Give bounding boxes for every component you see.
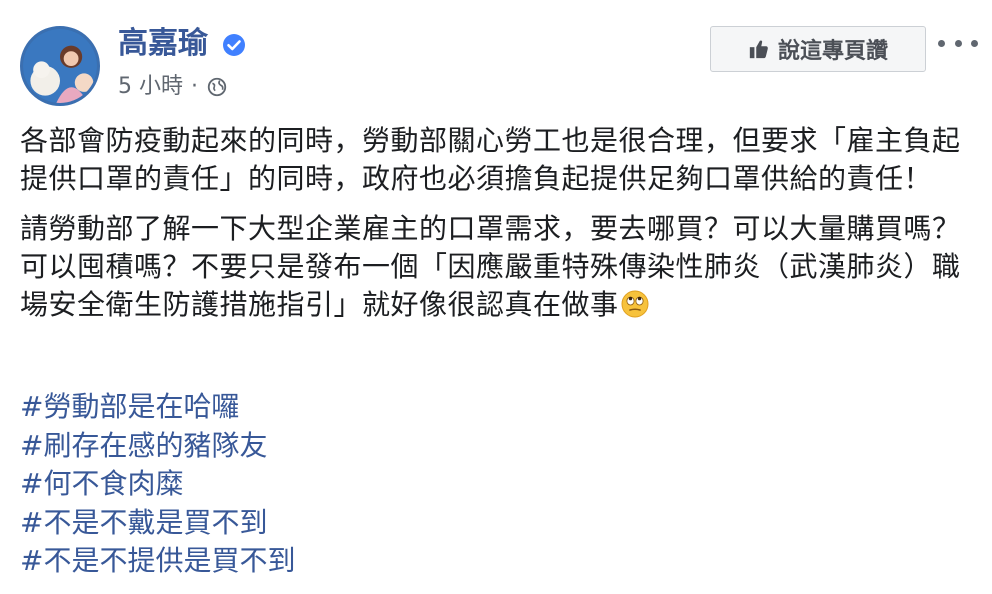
post-timestamp-link[interactable]: 5 小時 (118, 72, 183, 102)
more-dot (954, 39, 962, 47)
post-paragraph: 各部會防疫動起來的同時，勞動部關心勞工也是很合理，但要求「雇主負起提供口罩的責任… (20, 124, 961, 195)
verified-badge-icon (223, 34, 245, 56)
post-paragraph-text: 請勞動部了解一下大型企業雇主的口罩需求，要去哪買？可以大量購買嗎？可以囤積嗎？不… (20, 212, 961, 321)
globe-icon[interactable] (206, 76, 228, 98)
hashtag-link[interactable]: #不是不戴是買不到 (20, 504, 295, 543)
hashtag-link[interactable]: #何不食肉糜 (20, 465, 295, 504)
hashtag-link[interactable]: #不是不提供是買不到 (20, 542, 295, 581)
hashtag-list: #勞動部是在哈囉 #刷存在感的豬隊友 #何不食肉糜 #不是不戴是買不到 #不是不… (20, 388, 295, 581)
rolling-eyes-emoji-icon (621, 290, 649, 318)
avatar-photo-icon (23, 29, 97, 103)
more-options-icon[interactable] (938, 30, 978, 56)
post-meta: 5 小時 · (118, 72, 228, 102)
post-body: 各部會防疫動起來的同時，勞動部關心勞工也是很合理，但要求「雇主負起提供口罩的責任… (20, 122, 975, 336)
facebook-post: 高嘉瑜 5 小時 · 說這專頁讚 各部會防疫動起來的同時，勞動部關心勞工也是很合… (0, 0, 992, 594)
author-avatar[interactable] (20, 26, 100, 106)
thumbs-up-icon (749, 40, 768, 59)
more-dot (971, 39, 978, 47)
like-page-button[interactable]: 說這專頁讚 (710, 26, 926, 72)
hashtag-link[interactable]: #刷存在感的豬隊友 (20, 427, 295, 466)
like-page-label: 說這專頁讚 (777, 39, 888, 64)
more-dot (938, 39, 945, 47)
author-name-link[interactable]: 高嘉瑜 (118, 24, 208, 64)
post-paragraph-2: 請勞動部了解一下大型企業雇主的口罩需求，要去哪買？可以大量購買嗎？可以囤積嗎？不… (20, 210, 975, 324)
meta-separator: · (191, 74, 198, 99)
hashtag-link[interactable]: #勞動部是在哈囉 (20, 388, 295, 427)
